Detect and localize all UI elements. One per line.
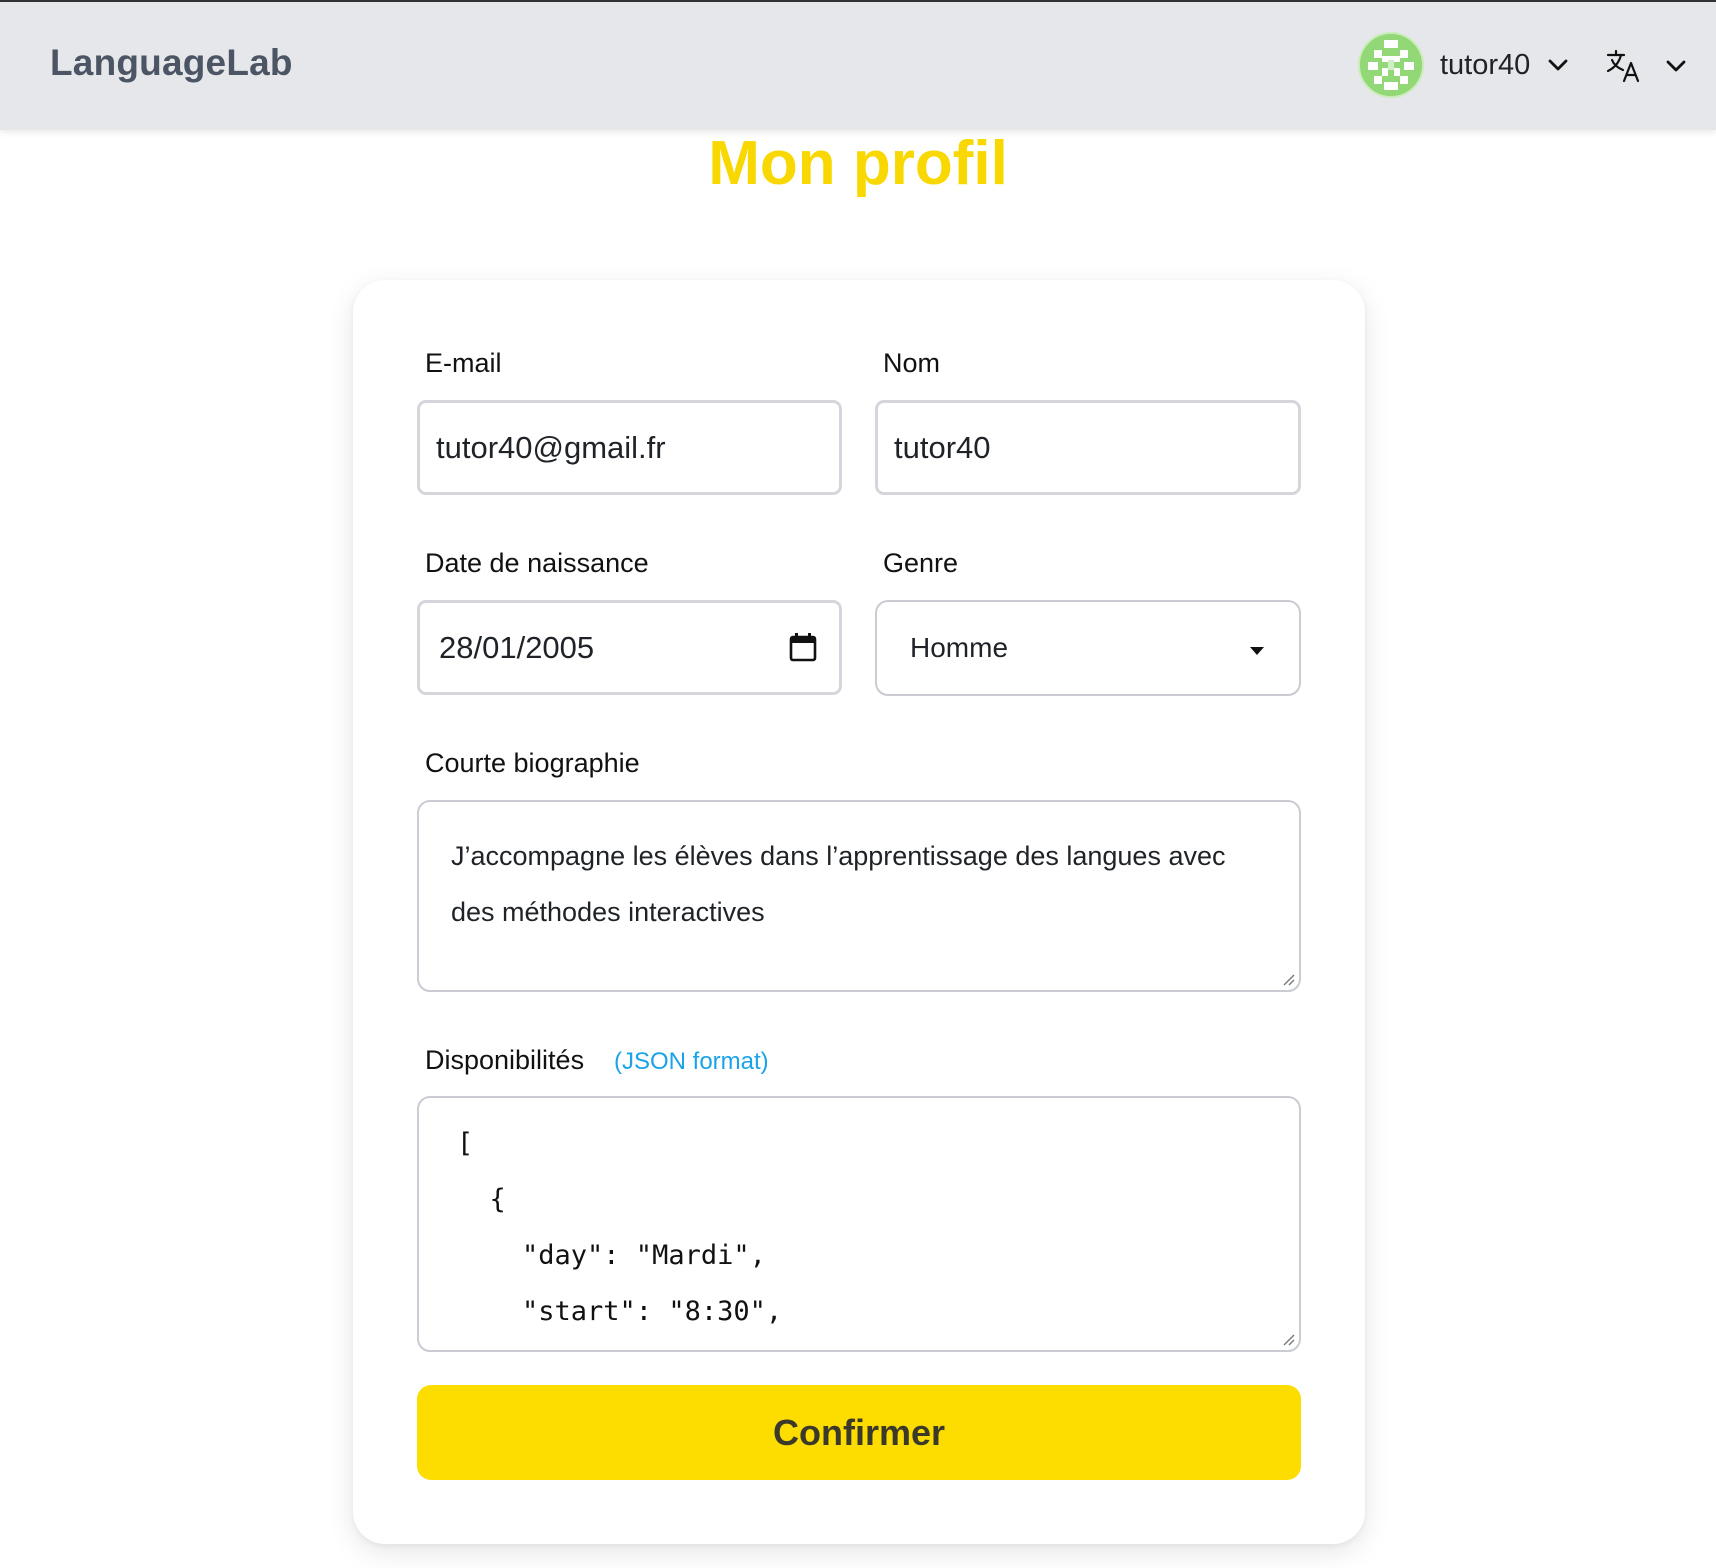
birthdate-value: 28/01/2005 — [439, 629, 595, 665]
name-input[interactable] — [878, 403, 1298, 492]
translate-icon — [1606, 49, 1640, 83]
username-label: tutor40 — [1440, 48, 1531, 81]
birthdate-field[interactable]: 28/01/2005 — [417, 600, 842, 695]
json-line: [ — [457, 1128, 474, 1159]
bio-label: Courte biographie — [425, 748, 640, 778]
gender-selected-value: Homme — [910, 632, 1009, 663]
chevron-down-icon — [1666, 60, 1686, 72]
name-label: Nom — [883, 348, 941, 378]
chevron-down-icon — [1548, 59, 1568, 71]
json-line: "day": "Mardi", — [457, 1240, 766, 1271]
calendar-icon[interactable] — [789, 632, 817, 662]
bio-text: J’accompagne les élèves dans l’apprentis… — [451, 841, 1226, 927]
email-input[interactable] — [420, 403, 839, 492]
email-label: E-mail — [425, 348, 502, 378]
caret-down-icon — [1250, 647, 1264, 655]
avatar — [1358, 32, 1424, 98]
gender-label: Genre — [883, 548, 959, 578]
resize-handle-icon[interactable] — [1281, 972, 1295, 986]
json-line: { — [457, 1184, 506, 1215]
resize-handle-icon[interactable] — [1281, 1332, 1295, 1346]
availability-label: Disponibilités — [425, 1045, 585, 1075]
brand-logo[interactable]: LanguageLab — [50, 42, 293, 84]
bio-textarea[interactable]: J’accompagne les élèves dans l’apprentis… — [417, 800, 1301, 992]
user-menu[interactable]: tutor40 — [1358, 32, 1570, 98]
json-format-link[interactable]: (JSON format) — [614, 1048, 769, 1076]
json-line: "start": "8:30", — [457, 1296, 783, 1327]
language-menu[interactable] — [1606, 42, 1688, 90]
top-navbar: LanguageLab tutor40 — [0, 0, 1716, 130]
page-title: Mon profil — [708, 129, 1008, 198]
confirm-button[interactable]: Confirmer — [417, 1385, 1301, 1480]
name-field[interactable] — [875, 400, 1301, 495]
gender-select[interactable]: Homme — [875, 600, 1301, 696]
email-field[interactable] — [417, 400, 842, 495]
availability-textarea[interactable]: [ { "day": "Mardi", "start": "8:30", — [417, 1096, 1301, 1352]
birthdate-label: Date de naissance — [425, 548, 649, 578]
